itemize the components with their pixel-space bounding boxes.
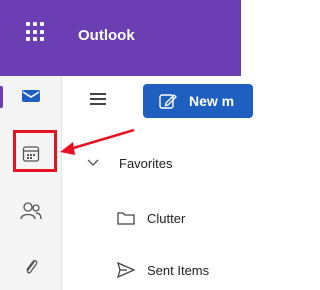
folder-label: Clutter xyxy=(147,210,186,226)
favorites-header[interactable]: Favorites xyxy=(87,148,267,178)
chevron-down-icon xyxy=(87,159,99,166)
new-message-button[interactable]: New m xyxy=(143,84,253,118)
annotation-arrow-icon xyxy=(60,128,135,155)
folder-icon xyxy=(117,212,135,225)
folder-item-sent-items[interactable]: Sent Items xyxy=(117,255,297,285)
new-message-label: New m xyxy=(189,93,235,109)
send-icon xyxy=(117,262,135,278)
folder-item-clutter[interactable]: Clutter xyxy=(117,203,297,233)
hamburger-menu-icon[interactable] xyxy=(90,93,106,105)
compose-icon xyxy=(159,94,177,109)
folder-label: Sent Items xyxy=(147,262,210,278)
favorites-label: Favorites xyxy=(119,155,173,171)
